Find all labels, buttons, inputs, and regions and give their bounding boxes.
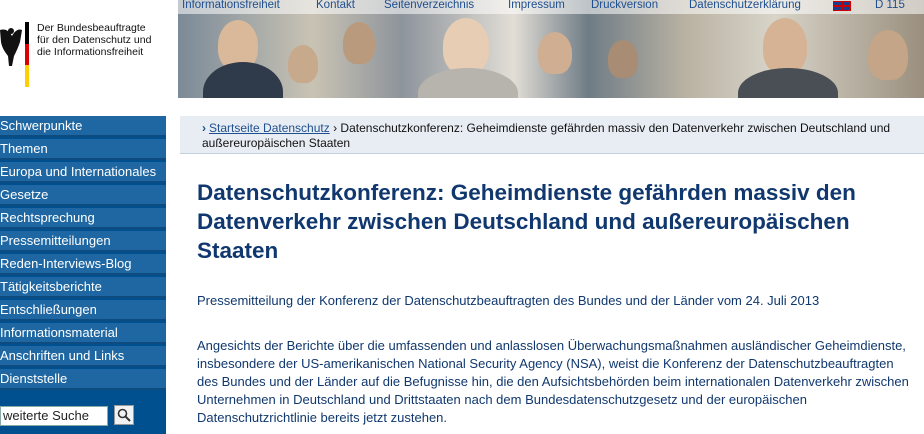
sidebar-item-europa[interactable]: Europa und Internationales bbox=[0, 162, 166, 183]
topnav-seitenverzeichnis[interactable]: Seitenverzeichnis bbox=[384, 0, 474, 11]
press-release-subtitle: Pressemitteilung der Konferenz der Daten… bbox=[197, 293, 820, 308]
breadcrumb-text: › Startseite Datenschutz › Datenschutzkon… bbox=[202, 121, 922, 151]
topnav-kontakt[interactable]: Kontakt bbox=[316, 0, 355, 11]
breadcrumb-separator: › bbox=[333, 121, 338, 135]
german-flag-icon bbox=[25, 22, 29, 87]
breadcrumb: › Startseite Datenschutz › Datenschutzkon… bbox=[180, 116, 924, 154]
search-button[interactable] bbox=[114, 405, 134, 425]
sidebar-item-gesetze[interactable]: Gesetze bbox=[0, 185, 166, 206]
top-navigation: Informationsfreiheit Kontakt Seitenverze… bbox=[178, 0, 924, 14]
sidebar-item-dienststelle[interactable]: Dienststelle bbox=[0, 369, 166, 390]
search-input[interactable]: weiterte Suche bbox=[0, 406, 108, 426]
federal-eagle-icon bbox=[0, 28, 22, 67]
breadcrumb-home-link[interactable]: Startseite Datenschutz bbox=[209, 121, 330, 135]
topnav-datenschutzerklaerung[interactable]: Datenschutzerklärung bbox=[689, 0, 801, 11]
sidebar-item-schwerpunkte[interactable]: Schwerpunkte bbox=[0, 116, 166, 137]
topnav-druckversion[interactable]: Druckversion bbox=[591, 0, 658, 11]
topnav-d115[interactable]: D 115 bbox=[875, 0, 905, 11]
sidebar-item-informationsmaterial[interactable]: Informationsmaterial bbox=[0, 323, 166, 344]
article-body: Angesichts der Berichte über die umfasse… bbox=[197, 338, 909, 425]
sidebar-item-pressemitteilungen[interactable]: Pressemitteilungen bbox=[0, 231, 166, 252]
topnav-impressum[interactable]: Impressum bbox=[508, 0, 565, 11]
logo-text: Der Bundesbeauftragte für den Datenschut… bbox=[37, 22, 177, 58]
logo-line: die Informationsfreiheit bbox=[37, 46, 144, 58]
breadcrumb-arrow-icon: › bbox=[202, 121, 206, 135]
sidebar-item-reden[interactable]: Reden-Interviews-Blog bbox=[0, 254, 166, 275]
sidebar-item-entschliessungen[interactable]: Entschließungen bbox=[0, 300, 166, 321]
site-header: Der Bundesbeauftragte für den Datenschut… bbox=[0, 0, 924, 98]
sidebar-item-anschriften[interactable]: Anschriften und Links bbox=[0, 346, 166, 367]
logo[interactable]: Der Bundesbeauftragte für den Datenschut… bbox=[0, 0, 178, 98]
sidebar-item-themen[interactable]: Themen bbox=[0, 139, 166, 160]
sidebar-item-rechtsprechung[interactable]: Rechtsprechung bbox=[0, 208, 166, 229]
sidebar-item-taetigkeitsberichte[interactable]: Tätigkeitsberichte bbox=[0, 277, 166, 298]
page-title: Datenschutzkonferenz: Geheimdienste gefä… bbox=[197, 180, 856, 263]
topnav-informationsfreiheit[interactable]: Informationsfreiheit bbox=[182, 0, 280, 11]
magnifier-icon bbox=[117, 408, 131, 422]
logo-line: für den Datenschutz und bbox=[37, 34, 152, 46]
sidebar: Schwerpunkte Themen Europa und Internati… bbox=[0, 116, 166, 434]
logo-line: Der Bundesbeauftragte bbox=[37, 22, 146, 34]
uk-flag-icon[interactable] bbox=[833, 1, 851, 11]
header-banner-photo bbox=[178, 0, 924, 98]
